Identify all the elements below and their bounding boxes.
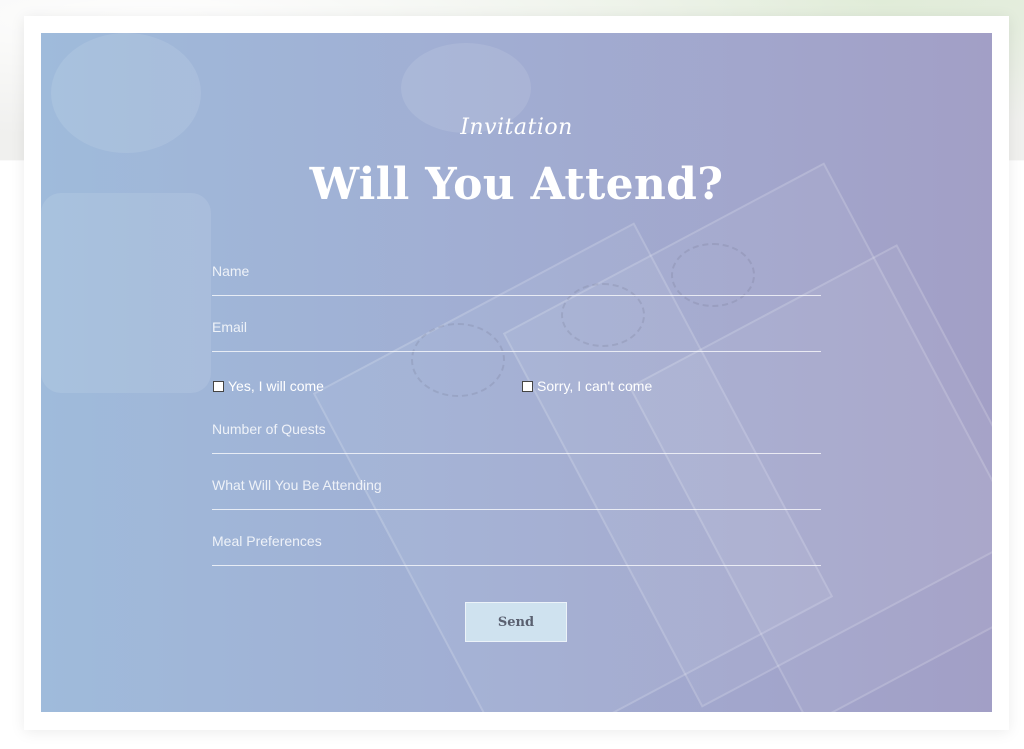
attendance-choice-row: Yes, I will come Sorry, I can't come — [212, 361, 821, 407]
attending-field — [212, 463, 821, 510]
attend-yes-label: Yes, I will come — [228, 378, 324, 394]
email-field — [212, 305, 821, 352]
attend-no-label: Sorry, I can't come — [537, 378, 653, 394]
attend-yes-checkbox[interactable] — [213, 380, 224, 392]
rsvp-content: Invitation Will You Attend? Yes, I will … — [41, 33, 992, 712]
rsvp-panel: Invitation Will You Attend? Yes, I will … — [41, 33, 992, 712]
attend-no-checkbox[interactable] — [522, 380, 533, 392]
meal-field — [212, 519, 821, 566]
rsvp-form: Yes, I will come Sorry, I can't come — [212, 249, 821, 642]
section-title: Will You Attend? — [309, 159, 724, 210]
attending-input[interactable] — [212, 477, 812, 493]
section-subtitle: Invitation — [460, 115, 573, 140]
name-input[interactable] — [212, 263, 812, 279]
email-input[interactable] — [212, 319, 812, 335]
guests-field — [212, 407, 821, 454]
guests-input[interactable] — [212, 421, 812, 437]
rsvp-frame: Invitation Will You Attend? Yes, I will … — [24, 16, 1009, 730]
send-button[interactable]: Send — [465, 602, 567, 642]
name-field — [212, 249, 821, 296]
attend-yes-option[interactable]: Yes, I will come — [213, 378, 324, 394]
meal-input[interactable] — [212, 533, 812, 549]
attend-no-option[interactable]: Sorry, I can't come — [522, 378, 652, 394]
